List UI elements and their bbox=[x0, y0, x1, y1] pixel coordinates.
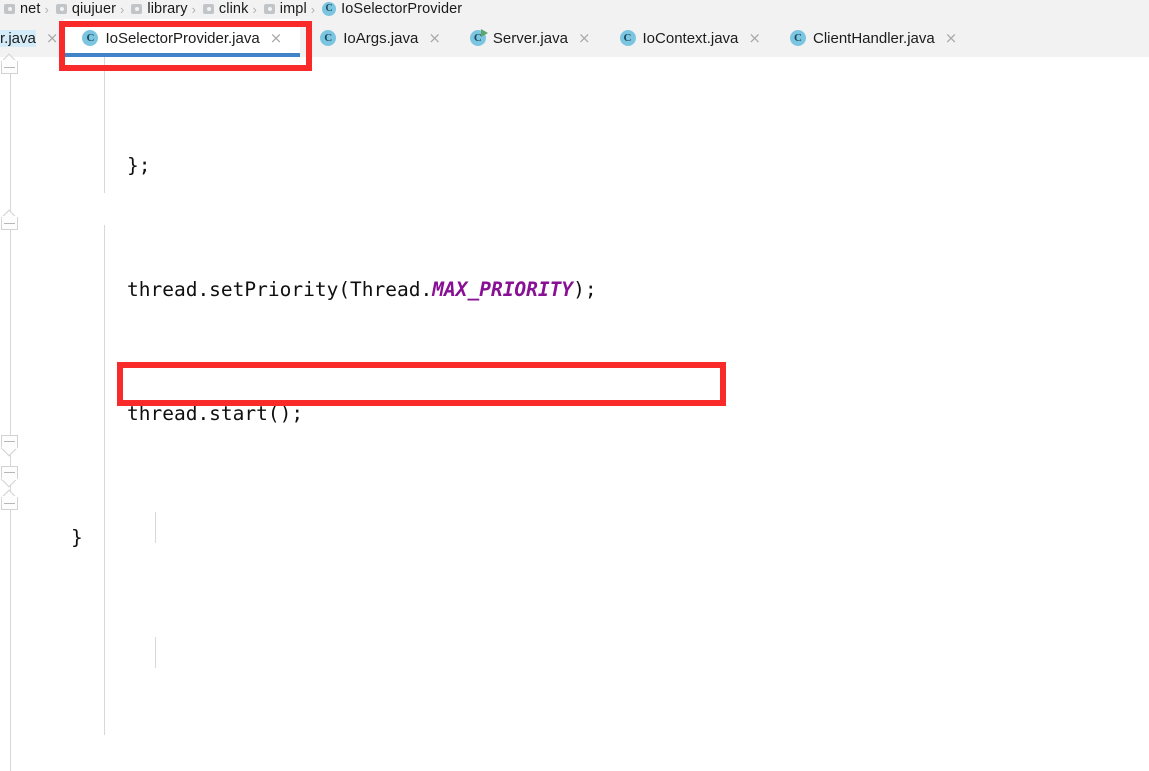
code-line: } bbox=[22, 522, 989, 553]
annotation-box-active-tab bbox=[59, 21, 312, 71]
close-icon[interactable]: × bbox=[46, 30, 59, 46]
ide-editor-window: net › qiujuer › library › clink › impl ›… bbox=[0, 0, 1149, 771]
tab-label: Server.java bbox=[492, 29, 568, 47]
editor-gutter[interactable] bbox=[0, 53, 22, 771]
breadcrumb-item-clink[interactable]: clink bbox=[199, 0, 250, 18]
fold-marker-expand[interactable] bbox=[0, 466, 20, 488]
tab-ioargs-java[interactable]: C IoArgs.java × bbox=[300, 19, 450, 57]
breadcrumb-item-net[interactable]: net bbox=[0, 0, 41, 18]
java-class-icon: C bbox=[789, 30, 806, 46]
package-icon bbox=[263, 4, 275, 14]
breadcrumb-item-ioselectorprovider[interactable]: C IoSelectorProvider bbox=[318, 0, 463, 18]
tab-server-java[interactable]: C Server.java × bbox=[450, 19, 600, 57]
tab-label: IoContext.java bbox=[642, 29, 739, 47]
tab-label: r.java bbox=[0, 29, 36, 47]
code-token: }; bbox=[127, 154, 151, 177]
breadcrumb-label: qiujuer bbox=[71, 1, 117, 17]
tab-label: ClientHandler.java bbox=[812, 29, 935, 47]
annotation-box-code-line bbox=[117, 362, 726, 406]
fold-marker-collapse[interactable] bbox=[0, 489, 20, 519]
tab-clienthandler-java[interactable]: C ClientHandler.java × bbox=[770, 19, 966, 57]
close-icon[interactable]: × bbox=[578, 30, 591, 46]
breadcrumb-label: clink bbox=[218, 1, 249, 17]
code-text: }; thread.setPriority(Thread.MAX_PRIORIT… bbox=[22, 57, 989, 771]
breadcrumb-separator-icon: › bbox=[252, 1, 257, 17]
breadcrumb-label: net bbox=[20, 1, 41, 17]
code-constant: MAX_PRIORITY bbox=[432, 278, 574, 301]
breadcrumb-item-qiujuer[interactable]: qiujuer bbox=[52, 0, 117, 18]
java-class-icon: C bbox=[322, 2, 337, 16]
tab-r-java[interactable]: r.java × bbox=[0, 19, 64, 57]
breadcrumb-separator-icon: › bbox=[310, 1, 316, 17]
breadcrumb-separator-icon: › bbox=[44, 1, 49, 17]
package-icon bbox=[131, 4, 143, 14]
fold-marker-collapse[interactable] bbox=[0, 53, 20, 83]
breadcrumb-label: library bbox=[147, 1, 188, 17]
java-class-icon: C bbox=[320, 30, 337, 46]
java-class-icon: C bbox=[619, 30, 636, 46]
breadcrumb-item-impl[interactable]: impl bbox=[260, 0, 308, 18]
breadcrumb-label: impl bbox=[279, 1, 307, 17]
breadcrumb-separator-icon: › bbox=[191, 1, 196, 17]
code-line: thread.setPriority(Thread.MAX_PRIORITY); bbox=[22, 274, 989, 305]
code-token: } bbox=[71, 526, 83, 549]
tab-iocontext-java[interactable]: C IoContext.java × bbox=[600, 19, 770, 57]
code-editor[interactable]: }; thread.setPriority(Thread.MAX_PRIORIT… bbox=[22, 57, 1149, 771]
close-icon[interactable]: × bbox=[945, 30, 958, 46]
breadcrumb-label: IoSelectorProvider bbox=[341, 1, 463, 17]
package-icon bbox=[202, 4, 214, 14]
java-class-run-icon: C bbox=[469, 29, 488, 46]
code-line: }; bbox=[22, 150, 989, 181]
code-token: thread.setPriority(Thread. bbox=[127, 278, 433, 301]
close-icon[interactable]: × bbox=[748, 30, 761, 46]
breadcrumb: net › qiujuer › library › clink › impl ›… bbox=[0, 0, 1149, 18]
gutter-vertical-rule bbox=[10, 57, 11, 771]
package-icon bbox=[55, 4, 67, 14]
close-icon[interactable]: × bbox=[428, 30, 441, 46]
breadcrumb-item-library[interactable]: library bbox=[127, 0, 188, 18]
fold-marker-collapse[interactable] bbox=[0, 209, 20, 239]
package-icon bbox=[4, 4, 15, 14]
breadcrumb-separator-icon: › bbox=[120, 1, 125, 17]
code-token: ); bbox=[573, 278, 597, 301]
tab-label: IoArgs.java bbox=[343, 29, 419, 47]
fold-marker-expand[interactable] bbox=[0, 435, 20, 457]
